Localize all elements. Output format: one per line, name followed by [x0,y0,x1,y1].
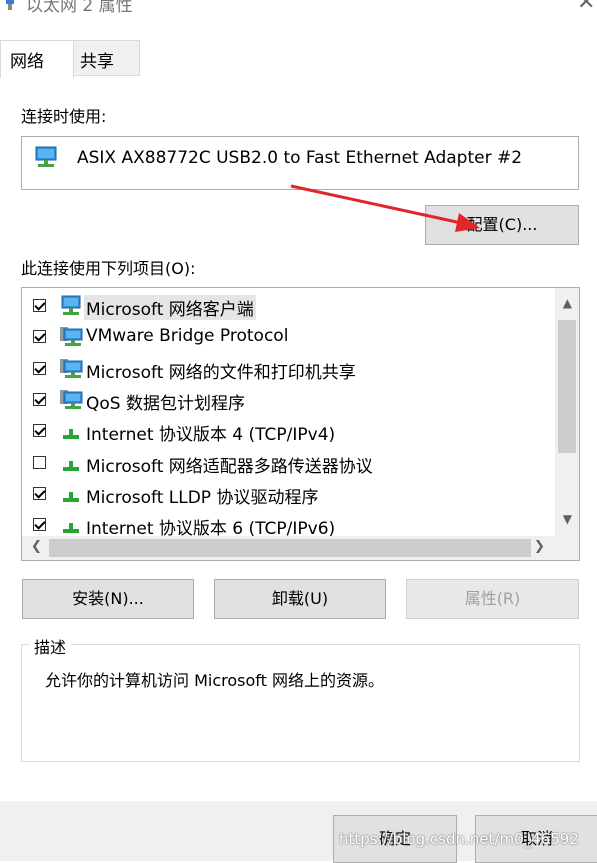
protocol-icon [63,429,79,440]
watermark: https://blog.csdn.net/m0_46592 [339,830,579,848]
scroll-down-icon[interactable]: ▼ [563,512,572,526]
uninstall-button[interactable]: 卸载(U) [214,579,386,619]
item-checkbox[interactable] [33,424,46,438]
item-checkbox[interactable] [33,392,46,406]
description-group [21,644,580,762]
list-item[interactable]: Microsoft LLDP 协议驱动程序 [22,479,552,510]
horizontal-scroll-thumb[interactable] [49,539,531,557]
item-checkbox[interactable] [33,486,46,500]
item-label: Microsoft LLDP 协议驱动程序 [86,487,319,508]
install-button[interactable]: 安装(N)... [22,579,194,619]
item-checkbox[interactable] [33,330,46,344]
components-list[interactable]: Microsoft 网络客户端 VMware Bridge Protocol Mic… [21,287,580,561]
item-label: QoS 数据包计划程序 [86,393,245,414]
tab-network[interactable]: 网络 [0,40,74,78]
network-service-icon [60,389,83,409]
horizontal-scrollbar[interactable]: ❮ ❯ [22,536,579,560]
scroll-up-icon[interactable]: ▲ [563,296,572,310]
item-checkbox[interactable] [33,455,46,469]
network-client-icon [61,295,81,315]
item-checkbox[interactable] [33,299,46,312]
protocol-icon [63,460,79,471]
item-checkbox[interactable] [33,518,46,532]
list-item[interactable]: VMware Bridge Protocol [22,322,552,353]
scroll-left-icon[interactable]: ❮ [31,539,42,554]
item-label: Microsoft 网络适配器多路传送器协议 [86,456,373,477]
item-label: Microsoft 网络客户端 [84,295,256,320]
protocol-icon [63,491,79,502]
properties-button: 属性(R) [406,579,579,619]
scroll-right-icon[interactable]: ❯ [534,539,545,554]
vertical-scrollbar[interactable]: ▲ ▼ [555,288,579,537]
list-item[interactable]: Microsoft 网络的文件和打印机共享 [22,354,552,385]
list-item[interactable]: Internet 协议版本 4 (TCP/IPv4) [22,416,552,447]
description-text: 允许你的计算机访问 Microsoft 网络上的资源。 [45,671,384,690]
list-item[interactable]: Microsoft 网络客户端 [22,291,552,322]
item-label: Internet 协议版本 4 (TCP/IPv4) [86,425,336,446]
item-label: Microsoft 网络的文件和打印机共享 [86,362,356,383]
list-item[interactable]: Microsoft 网络适配器多路传送器协议 [22,448,552,479]
network-service-icon [60,358,83,378]
description-title: 描述 [29,634,72,658]
items-label: 此连接使用下列项目(O): [21,259,196,278]
protocol-icon [63,523,79,534]
vertical-scroll-thumb[interactable] [558,320,576,453]
item-label: VMware Bridge Protocol [86,326,289,347]
network-service-icon [60,327,83,347]
item-checkbox[interactable] [33,361,46,375]
list-item[interactable]: QoS 数据包计划程序 [22,385,552,416]
